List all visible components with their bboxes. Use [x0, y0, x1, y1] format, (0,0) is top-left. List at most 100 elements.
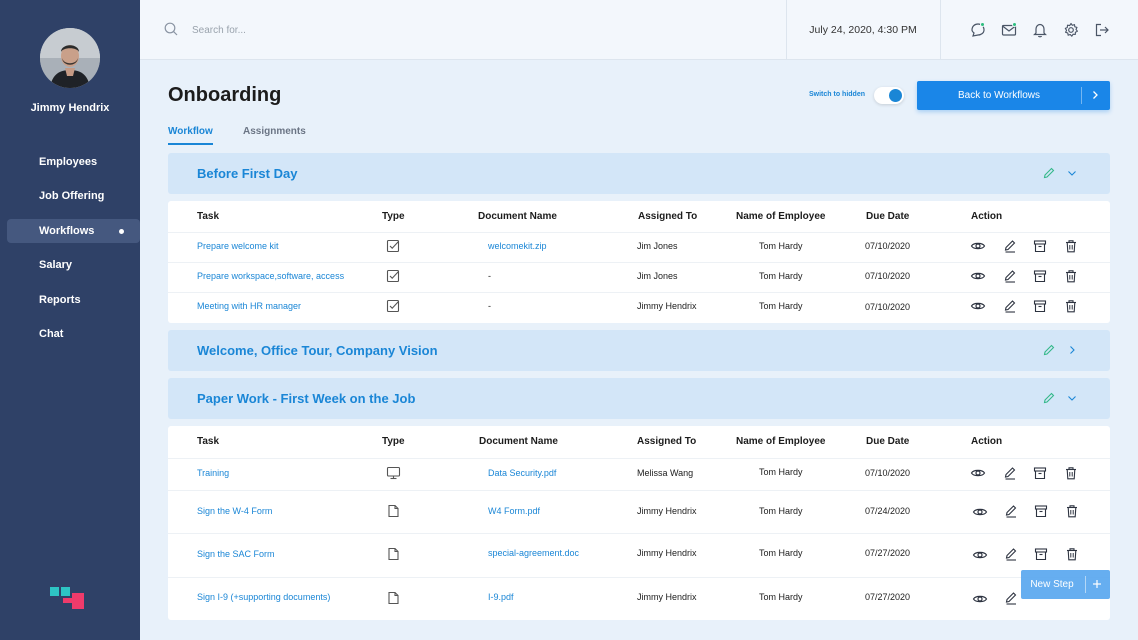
pencil-icon[interactable] — [1003, 466, 1017, 480]
archive-icon[interactable] — [1033, 269, 1047, 283]
trash-icon[interactable] — [1064, 299, 1078, 313]
document-link[interactable]: welcomekit.zip — [488, 241, 547, 251]
document-link[interactable]: special-agreement.doc — [488, 548, 579, 558]
assigned-to: Jimmy Hendrix — [637, 506, 697, 516]
brand-logo[interactable] — [50, 587, 84, 609]
pencil-icon[interactable] — [1004, 547, 1018, 561]
sidebar-item-job-offering[interactable]: Job Offering — [7, 184, 140, 208]
sidebar-item-salary[interactable]: Salary — [7, 253, 140, 277]
back-to-workflows-button[interactable]: Back to Workflows — [917, 81, 1110, 110]
pencil-icon[interactable] — [1003, 299, 1017, 313]
pencil-icon[interactable] — [1003, 269, 1017, 283]
column-header-document: Document Name — [478, 211, 557, 222]
row-divider — [168, 533, 1110, 534]
tab-assignments[interactable]: Assignments — [243, 126, 306, 143]
sidebar-item-employees[interactable]: Employees — [7, 150, 140, 174]
eye-icon[interactable] — [970, 239, 986, 253]
logout-icon[interactable] — [1093, 21, 1111, 39]
employee-name: Tom Hardy — [759, 592, 803, 602]
archive-icon[interactable] — [1033, 239, 1047, 253]
row-divider — [168, 262, 1110, 263]
document-name: - — [488, 271, 491, 281]
file-icon — [388, 504, 399, 518]
pencil-icon[interactable] — [1004, 504, 1018, 518]
sidebar-item-workflows[interactable]: Workflows — [7, 218, 140, 243]
task-link[interactable]: Training — [197, 468, 229, 478]
toggle-knob — [889, 89, 902, 102]
assigned-to: Jim Jones — [637, 241, 678, 251]
employee-name: Tom Hardy — [759, 271, 803, 281]
due-date: 07/10/2020 — [865, 468, 911, 478]
archive-icon[interactable] — [1034, 504, 1048, 518]
archive-icon[interactable] — [1034, 547, 1048, 561]
document-link[interactable]: Data Security.pdf — [488, 468, 556, 478]
archive-icon[interactable] — [1033, 299, 1047, 313]
trash-icon[interactable] — [1064, 269, 1078, 283]
archive-icon[interactable] — [1033, 466, 1047, 480]
pencil-icon[interactable] — [1003, 239, 1017, 253]
hidden-toggle[interactable] — [874, 87, 904, 104]
eye-icon[interactable] — [970, 299, 986, 313]
chevron-down-icon[interactable] — [1066, 392, 1078, 404]
pencil-icon[interactable] — [1042, 166, 1056, 180]
eye-icon[interactable] — [972, 505, 988, 519]
document-link[interactable]: I-9.pdf — [488, 592, 514, 602]
task-link[interactable]: Prepare workspace,software, access — [197, 271, 344, 281]
row-divider — [168, 292, 1110, 293]
tab-workflow[interactable]: Workflow — [168, 126, 213, 145]
avatar[interactable] — [40, 28, 100, 88]
task-link[interactable]: Meeting with HR manager — [197, 301, 301, 311]
checkbox-icon — [386, 269, 400, 283]
current-datetime: July 24, 2020, 4:30 PM — [809, 24, 917, 36]
sidebar-item-label: Job Offering — [39, 190, 105, 203]
notification-badge — [1012, 22, 1017, 27]
new-step-button[interactable]: New Step — [1021, 570, 1110, 599]
assigned-to: Melissa Wang — [637, 468, 694, 478]
employee-name: Tom Hardy — [759, 548, 803, 558]
eye-icon[interactable] — [970, 466, 986, 480]
chevron-right-icon[interactable] — [1066, 344, 1078, 356]
due-date: 07/10/2020 — [865, 241, 911, 251]
eye-icon[interactable] — [970, 269, 986, 283]
bell-icon[interactable] — [1031, 21, 1049, 39]
assigned-to: Jimmy Hendrix — [637, 592, 697, 602]
trash-icon[interactable] — [1065, 504, 1079, 518]
search-input[interactable] — [192, 22, 492, 38]
sidebar-item-label: Employees — [39, 156, 98, 168]
trash-icon[interactable] — [1064, 239, 1078, 253]
document-link[interactable]: W4 Form.pdf — [488, 506, 540, 516]
switch-label: Switch to hidden — [809, 91, 865, 98]
column-header-assigned: Assigned To — [638, 211, 698, 222]
pencil-icon[interactable] — [1042, 391, 1056, 405]
trash-icon[interactable] — [1065, 547, 1079, 561]
gear-icon[interactable] — [1062, 21, 1080, 39]
section-header-welcome-tour[interactable]: Welcome, Office Tour, Company Vision — [168, 330, 1110, 371]
sidebar-item-reports[interactable]: Reports — [7, 288, 140, 312]
eye-icon[interactable] — [972, 592, 988, 606]
section-header-paper-work[interactable]: Paper Work - First Week on the Job — [168, 378, 1110, 419]
column-header-due: Due Date — [866, 436, 910, 447]
column-header-employee: Name of Employee — [736, 211, 826, 222]
eye-icon[interactable] — [972, 548, 988, 562]
task-link[interactable]: Sign the W-4 Form — [197, 506, 272, 516]
monitor-icon — [386, 466, 401, 480]
sidebar-item-chat[interactable]: Chat — [7, 322, 140, 346]
pencil-icon[interactable] — [1004, 591, 1018, 605]
section-header-before-first-day[interactable]: Before First Day — [168, 153, 1110, 194]
chat-icon[interactable] — [969, 21, 987, 39]
task-link[interactable]: Sign the SAC Form — [197, 549, 275, 559]
assigned-to: Jimmy Hendrix — [637, 301, 697, 311]
pencil-icon[interactable] — [1042, 343, 1056, 357]
page-title: Onboarding — [168, 84, 282, 106]
mail-icon[interactable] — [1000, 21, 1018, 39]
task-link[interactable]: Sign I-9 (+supporting documents) — [197, 592, 330, 602]
employee-name: Tom Hardy — [759, 241, 803, 251]
file-icon — [388, 591, 399, 605]
due-date: 07/24/2020 — [865, 506, 911, 516]
user-name: Jimmy Hendrix — [30, 102, 110, 114]
column-header-action: Action — [971, 436, 1003, 447]
column-header-type: Type — [382, 211, 405, 222]
chevron-down-icon[interactable] — [1066, 167, 1078, 179]
trash-icon[interactable] — [1064, 466, 1078, 480]
task-link[interactable]: Prepare welcome kit — [197, 241, 279, 251]
